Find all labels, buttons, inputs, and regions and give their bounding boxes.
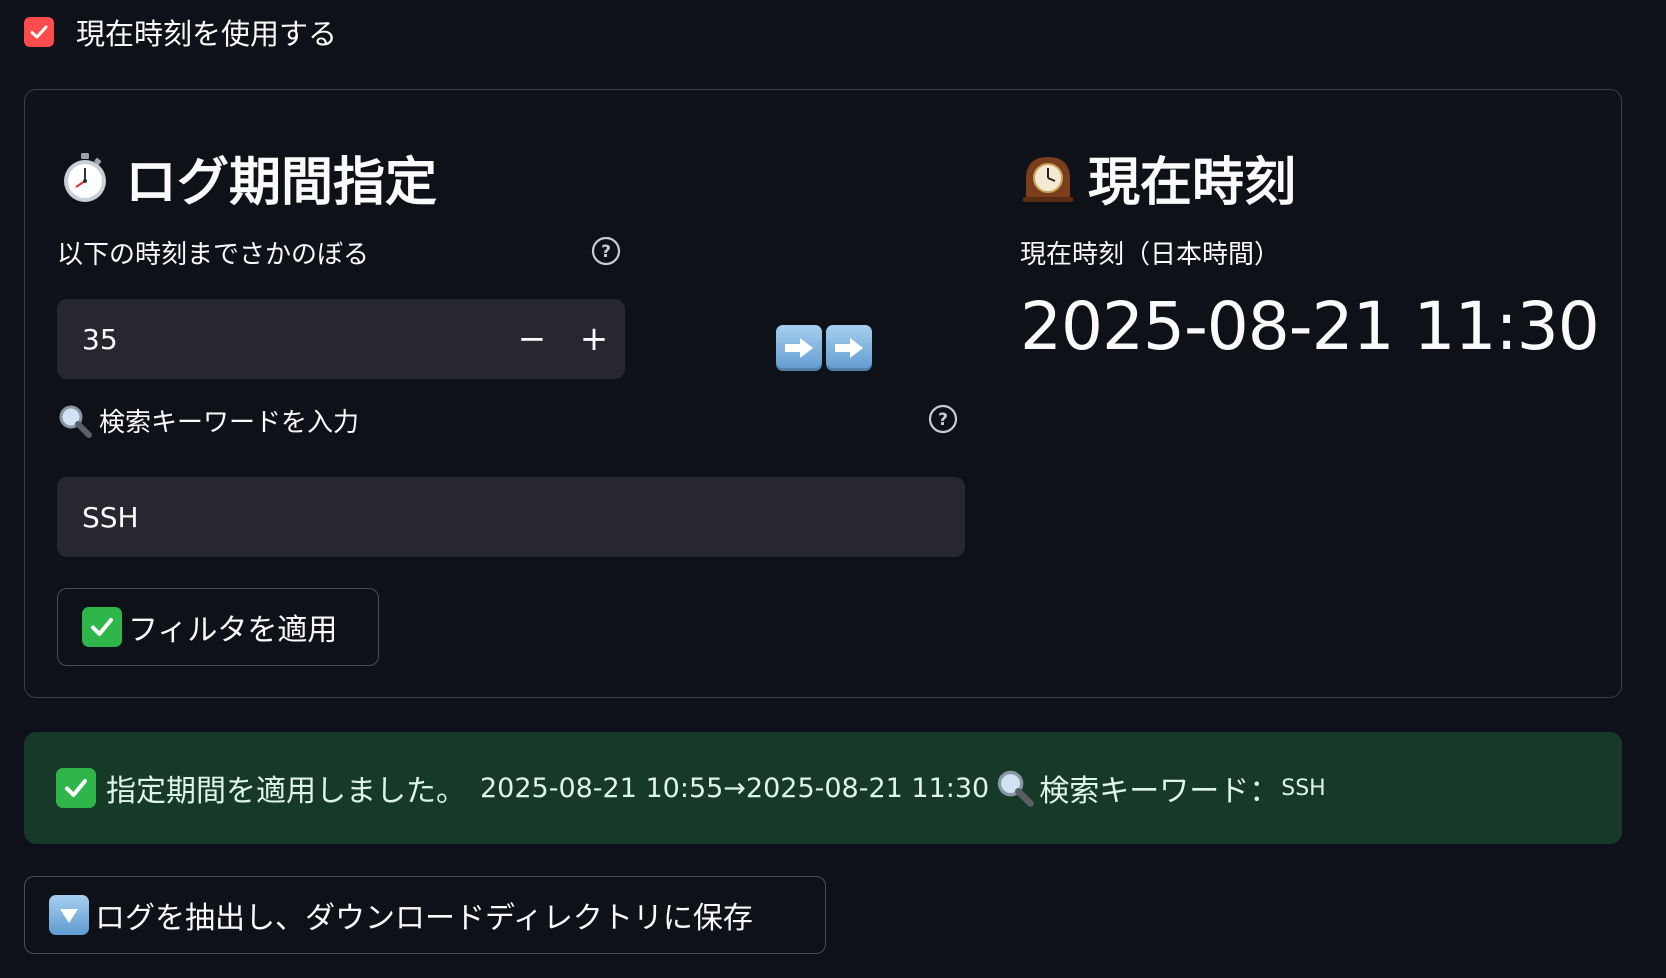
magnifier-icon [998, 770, 1035, 807]
mantelpiece-clock-icon [1023, 157, 1073, 202]
svg-text:?: ? [601, 242, 611, 262]
increment-button[interactable]: + [563, 299, 625, 379]
use-current-time-checkbox[interactable]: 現在時刻を使用する [24, 14, 338, 51]
extract-and-save-label: ログを抽出し、ダウンロードディレクトリに保存 [95, 901, 753, 936]
help-icon[interactable]: ? [591, 236, 621, 266]
lookback-label: 以下の時刻までさかのぼる [57, 240, 370, 270]
apply-filter-button[interactable]: フィルタを適用 [57, 588, 379, 666]
stopwatch-icon [64, 153, 106, 202]
current-time-column: 現在時刻 現在時刻（日本時間） 2025-08-21 11:30 [1020, 90, 1600, 697]
keyword-label-row: 検索キーワードを入力 [57, 402, 359, 439]
magnifier-icon [59, 405, 92, 438]
right-arrow-icon [776, 325, 822, 371]
settings-panel: ログ期間指定 以下の時刻までさかのぼる ? 35 − + 検索キーワードを入力 [24, 89, 1622, 698]
apply-filter-label: フィルタを適用 [128, 613, 338, 648]
checkbox-checked-icon[interactable] [24, 17, 54, 47]
extract-and-save-button[interactable]: ログを抽出し、ダウンロードディレクトリに保存 [24, 876, 826, 954]
success-alert: 指定期間を適用しました。 2025-08-21 10:55→2025-08-21… [24, 732, 1622, 844]
check-mark-icon [82, 607, 122, 647]
log-period-heading-text: ログ期間指定 [125, 152, 438, 213]
log-period-heading: ログ期間指定 [57, 142, 438, 213]
page: 現在時刻を使用する ログ期間指定 以下の時刻までさかのぼる ? 35 − + 検… [0, 0, 1666, 978]
lookback-value[interactable]: 35 [82, 323, 501, 356]
right-arrow-icon [826, 325, 872, 371]
arrow-indicator [776, 325, 876, 371]
svg-text:?: ? [938, 410, 948, 430]
alert-keyword-label: 検索キーワード： [1039, 774, 1280, 809]
current-time-label: 現在時刻（日本時間） [1020, 240, 1281, 270]
keyword-input[interactable]: SSH [57, 477, 965, 557]
check-mark-icon [56, 768, 96, 808]
lookback-number-input[interactable]: 35 − + [57, 299, 625, 379]
log-period-column: ログ期間指定 以下の時刻までさかのぼる ? 35 − + 検索キーワードを入力 [57, 90, 965, 697]
alert-range: 2025-08-21 10:55→2025-08-21 11:30 [480, 772, 990, 804]
alert-message: 指定期間を適用しました。 [106, 774, 466, 809]
alert-keyword: SSH [1281, 775, 1326, 801]
current-time-value: 2025-08-21 11:30 [1020, 288, 1600, 365]
decrement-button[interactable]: − [501, 299, 563, 379]
checkbox-label: 現在時刻を使用する [76, 17, 338, 51]
keyword-label: 検索キーワードを入力 [99, 408, 360, 438]
current-time-heading: 現在時刻 [1020, 142, 1297, 213]
down-arrow-icon [49, 895, 89, 935]
help-icon[interactable]: ? [928, 404, 958, 434]
current-time-heading-text: 現在時刻 [1088, 152, 1297, 213]
